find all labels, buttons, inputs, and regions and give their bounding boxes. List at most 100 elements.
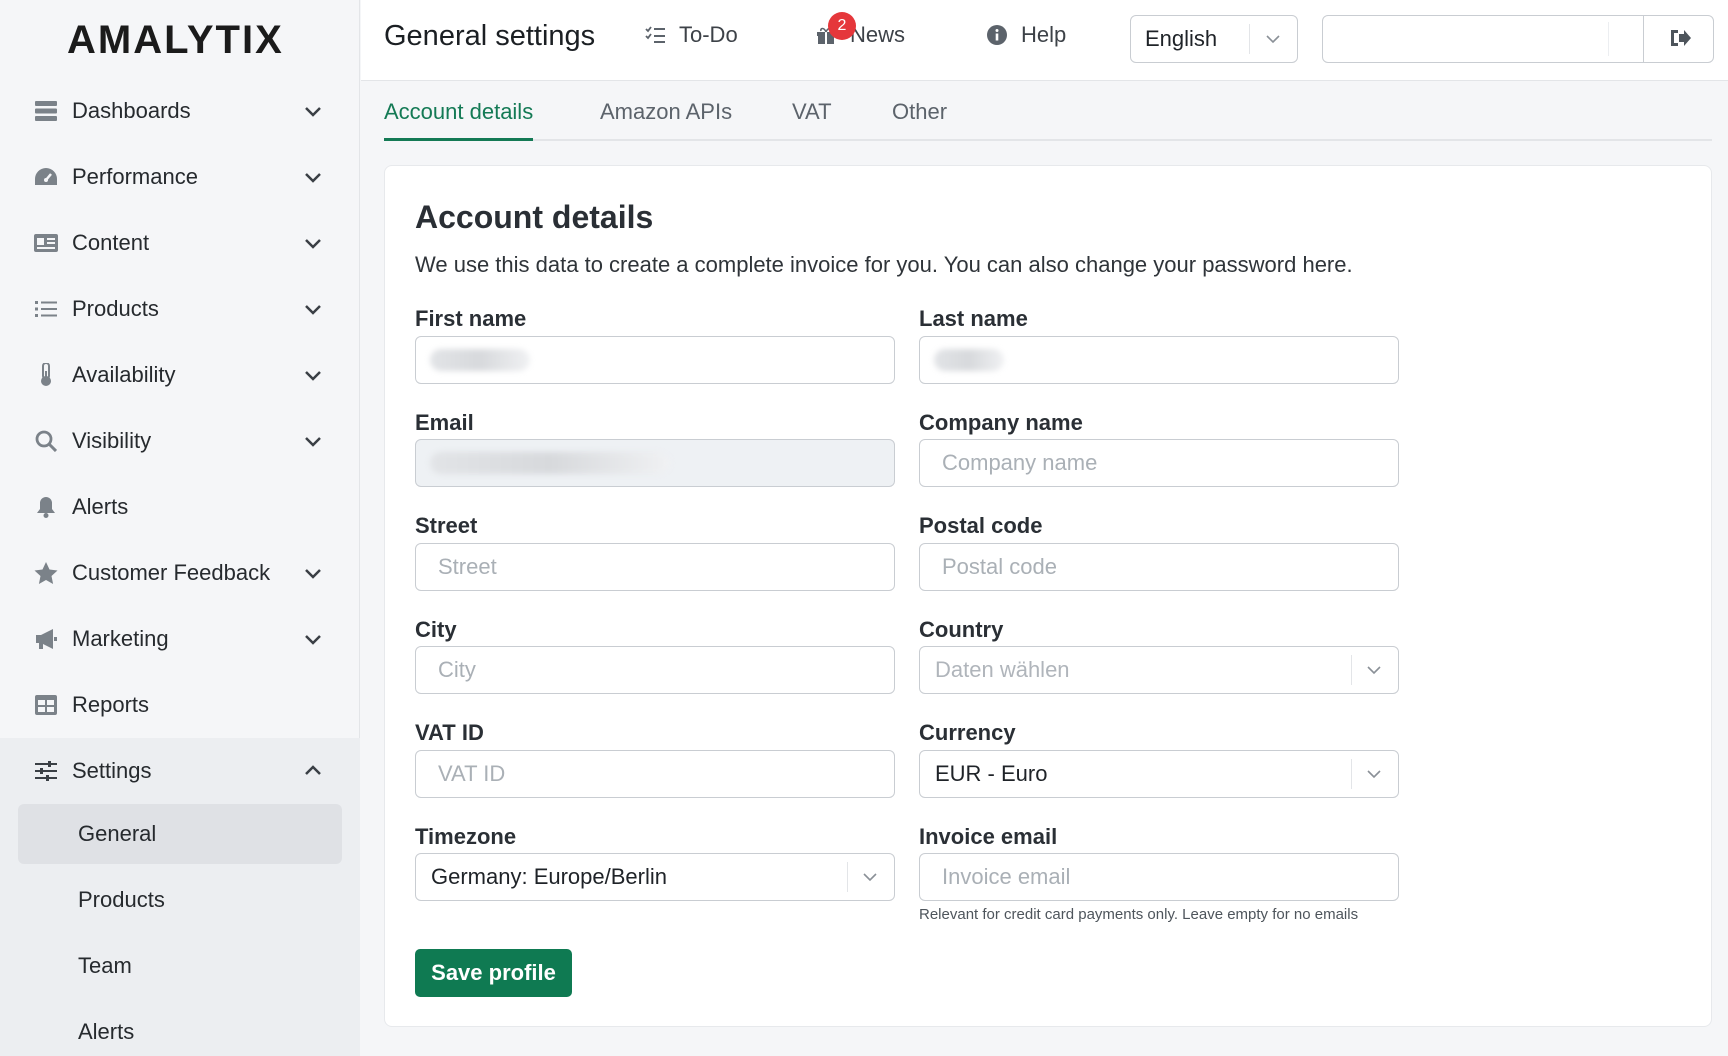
timezone-value: Germany: Europe/Berlin (431, 864, 667, 889)
logo: AMALYTIX (67, 18, 284, 62)
star-icon (34, 561, 58, 585)
account-details-card: Account details We use this data to crea… (384, 165, 1712, 1027)
sidebar-item-label: Reports (72, 692, 150, 717)
first-name-field[interactable] (415, 336, 895, 384)
todo-button[interactable]: To-Do (645, 22, 738, 48)
sidebar-subitem-alerts[interactable]: Alerts (18, 1002, 342, 1056)
button-divider (1643, 16, 1644, 62)
sidebar-item-reports[interactable]: Reports (0, 672, 360, 738)
vat-id-field[interactable]: VAT ID (415, 750, 895, 798)
redacted-value (934, 349, 1004, 371)
sidebar-item-settings[interactable]: Settings (0, 738, 360, 804)
select-divider (1351, 759, 1352, 789)
news-button[interactable]: 2 News (816, 12, 906, 48)
country-label: Country (919, 617, 1004, 642)
thermometer-icon (34, 363, 58, 387)
save-profile-button[interactable]: Save profile (415, 949, 572, 997)
info-icon (987, 25, 1007, 45)
chevron-down-icon (305, 173, 321, 183)
sidebar-item-label: Performance (72, 164, 198, 189)
sidebar-item-visibility[interactable]: Visibility (0, 408, 360, 474)
news-label: News (850, 22, 906, 47)
redacted-value (430, 349, 530, 371)
tab-vat[interactable]: VAT (792, 99, 832, 141)
sidebar-item-dashboards[interactable]: Dashboards (0, 78, 360, 144)
todo-label: To-Do (679, 22, 738, 47)
sidebar-item-label: Content (72, 230, 150, 255)
sidebar-item-marketing[interactable]: Marketing (0, 606, 360, 672)
section-title: Account details (415, 199, 654, 235)
chevron-down-icon (305, 635, 321, 645)
tab-account-details[interactable]: Account details (384, 99, 534, 141)
chevron-down-icon (305, 371, 321, 381)
chevron-down-icon (1266, 35, 1280, 44)
company-name-label: Company name (919, 410, 1083, 435)
street-field[interactable]: Street (415, 543, 895, 591)
select-divider (1249, 24, 1250, 54)
postal-code-label: Postal code (919, 513, 1043, 538)
redacted-value (430, 452, 670, 474)
email-label: Email (415, 410, 474, 435)
sidebar: AMALYTIX Dashboards Performance Content (0, 0, 360, 1056)
chevron-down-icon (305, 239, 321, 249)
city-label: City (415, 617, 457, 642)
sidebar-item-label: Marketing (72, 626, 169, 651)
language-select[interactable]: English (1130, 15, 1298, 63)
sidebar-item-customer-feedback[interactable]: Customer Feedback (0, 540, 360, 606)
bell-icon (34, 495, 58, 519)
invoice-email-label: Invoice email (919, 824, 1058, 849)
timezone-select[interactable]: Germany: Europe/Berlin (415, 853, 895, 901)
id-card-icon (34, 231, 58, 255)
currency-value: EUR - Euro (935, 761, 1048, 786)
sidebar-subitem-general[interactable]: General (18, 804, 342, 864)
sidebar-item-label: Dashboards (72, 98, 191, 123)
last-name-field[interactable] (919, 336, 1399, 384)
chevron-down-icon (305, 305, 321, 315)
vat-id-label: VAT ID (415, 720, 484, 745)
language-value: English (1145, 26, 1218, 51)
sidebar-subitem-team[interactable]: Team (18, 936, 342, 996)
table-icon (34, 693, 58, 717)
street-label: Street (415, 513, 478, 538)
invoice-email-field[interactable]: Invoice email (919, 853, 1399, 901)
account-box[interactable] (1322, 15, 1714, 63)
tab-other[interactable]: Other (892, 99, 947, 141)
help-label: Help (1021, 22, 1067, 47)
sidebar-item-performance[interactable]: Performance (0, 144, 360, 210)
email-field (415, 439, 895, 487)
postal-code-field[interactable]: Postal code (919, 543, 1399, 591)
chevron-up-icon (305, 765, 321, 775)
sidebar-subitem-products[interactable]: Products (18, 870, 342, 930)
sidebar-item-availability[interactable]: Availability (0, 342, 360, 408)
last-name-label: Last name (919, 306, 1028, 331)
sidebar-item-label: Alerts (72, 494, 129, 519)
speedometer-icon (34, 165, 58, 189)
list-icon (34, 297, 58, 321)
sidebar-item-content[interactable]: Content (0, 210, 360, 276)
country-select[interactable]: Daten wählen (919, 646, 1399, 694)
sidebar-nav: Dashboards Performance Content Products (0, 78, 360, 1056)
news-count-badge: 2 (828, 12, 856, 40)
chevron-down-icon (305, 107, 321, 117)
currency-select[interactable]: EUR - Euro (919, 750, 1399, 798)
field-divider (1608, 22, 1609, 56)
logout-icon[interactable] (1668, 27, 1692, 49)
company-name-field[interactable]: Company name (919, 439, 1399, 487)
sidebar-item-alerts[interactable]: Alerts (0, 474, 360, 540)
country-placeholder: Daten wählen (935, 657, 1070, 682)
first-name-label: First name (415, 306, 527, 331)
city-field[interactable]: City (415, 646, 895, 694)
chevron-down-icon (863, 873, 877, 882)
checklist-icon (645, 26, 665, 43)
chevron-down-icon (1367, 770, 1381, 779)
chevron-down-icon (305, 569, 321, 579)
help-button[interactable]: Help (987, 22, 1066, 48)
top-header: General settings To-Do 2 News Help Engli… (361, 0, 1728, 81)
chevron-down-icon (1367, 666, 1381, 675)
invoice-email-hint: Relevant for credit card payments only. … (919, 906, 1359, 923)
select-divider (847, 862, 848, 892)
timezone-label: Timezone (415, 824, 517, 849)
sidebar-item-label: Customer Feedback (72, 560, 271, 585)
tab-amazon-apis[interactable]: Amazon APIs (600, 99, 732, 141)
sidebar-item-products[interactable]: Products (0, 276, 360, 342)
